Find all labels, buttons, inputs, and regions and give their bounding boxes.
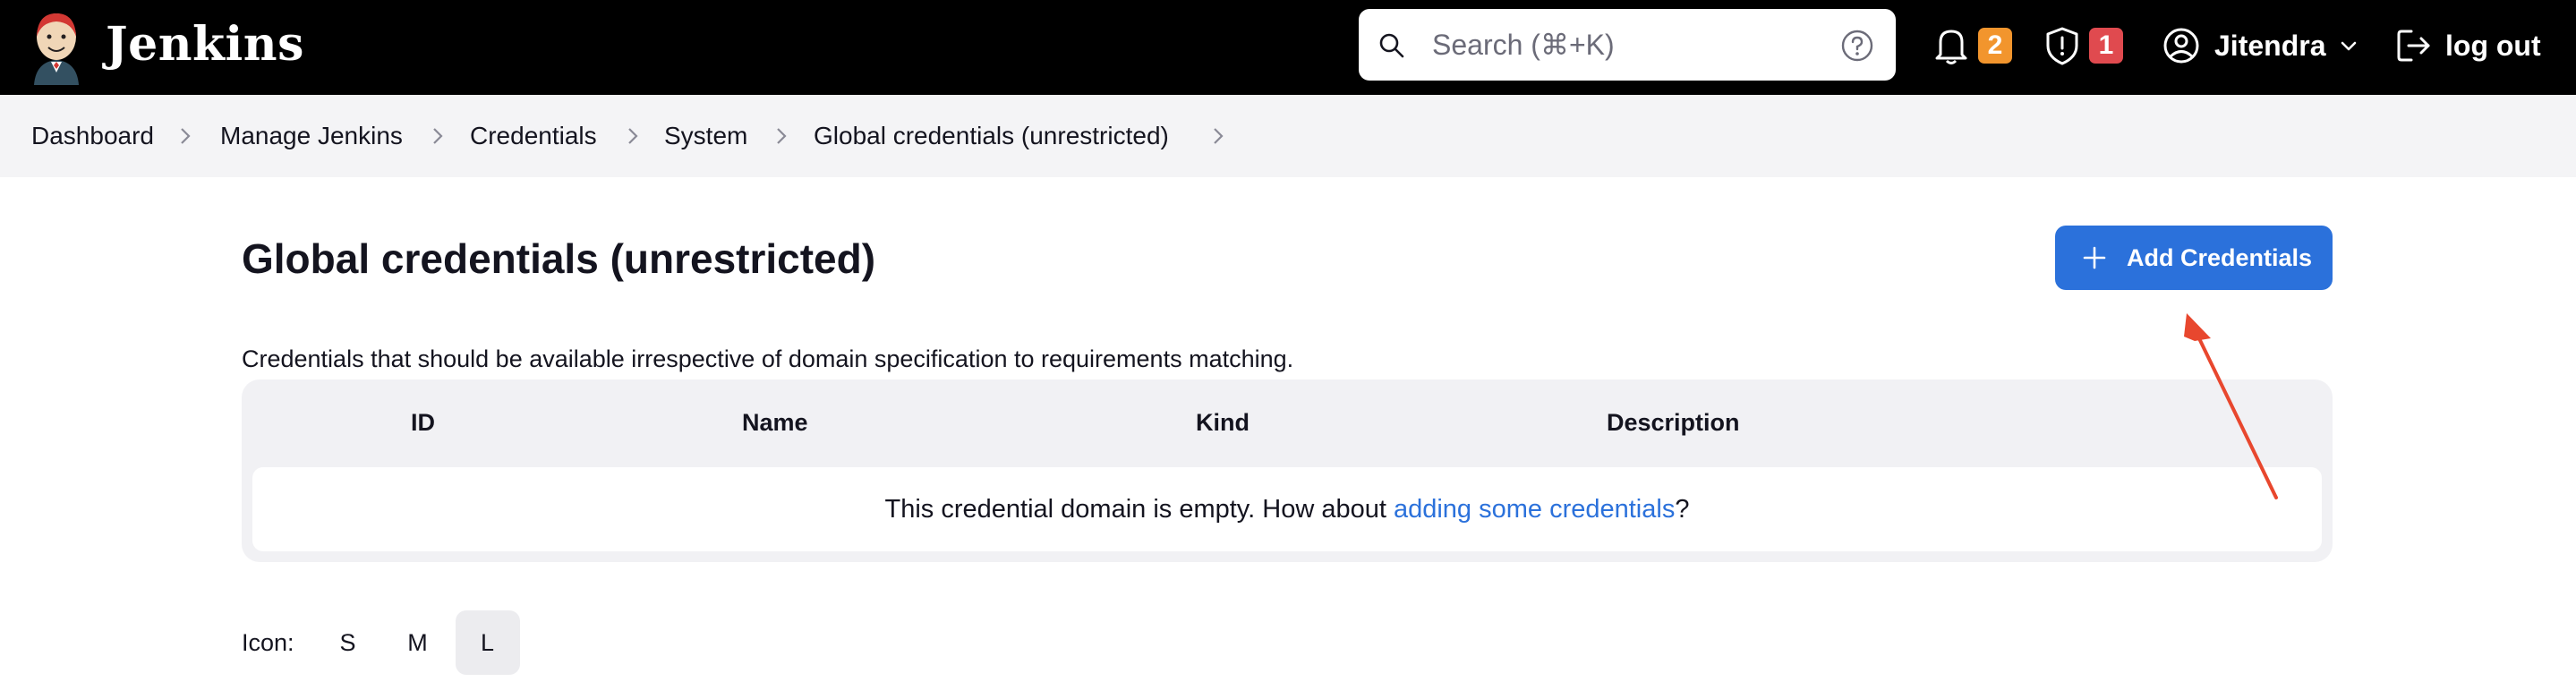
search-icon bbox=[1379, 33, 1404, 58]
notifications-button[interactable]: 2 bbox=[1933, 20, 2012, 72]
logout-icon bbox=[2397, 30, 2430, 62]
chevron-right-icon bbox=[777, 128, 787, 144]
empty-state-text: This credential domain is empty. How abo… bbox=[884, 495, 1394, 524]
breadcrumb-system[interactable]: System bbox=[664, 95, 747, 177]
column-header-description[interactable]: Description bbox=[1607, 379, 1740, 465]
top-header: Jenkins 2 1 Ji bbox=[0, 0, 2576, 95]
search-input[interactable] bbox=[1432, 9, 1826, 81]
breadcrumb-manage-jenkins[interactable]: Manage Jenkins bbox=[220, 95, 403, 177]
logout-label: log out bbox=[2445, 29, 2541, 62]
jenkins-logo-icon bbox=[34, 13, 79, 85]
logout-button[interactable]: log out bbox=[2395, 20, 2541, 72]
empty-state-row: This credential domain is empty. How abo… bbox=[252, 467, 2322, 551]
empty-state-suffix: ? bbox=[1675, 495, 1690, 524]
column-header-kind[interactable]: Kind bbox=[1196, 379, 1250, 465]
column-header-name[interactable]: Name bbox=[742, 379, 808, 465]
icon-size-selector: Icon: S M L bbox=[242, 610, 525, 675]
chevron-right-icon bbox=[433, 128, 443, 144]
icon-size-small[interactable]: S bbox=[316, 610, 380, 675]
bell-icon bbox=[1935, 30, 1967, 64]
shield-icon bbox=[2046, 27, 2078, 65]
search-box[interactable] bbox=[1359, 9, 1896, 81]
column-header-id[interactable]: ID bbox=[411, 379, 435, 465]
notifications-badge: 2 bbox=[1978, 28, 2012, 64]
chevron-down-icon[interactable] bbox=[2338, 35, 2359, 56]
help-icon[interactable] bbox=[1840, 29, 1874, 63]
plus-icon bbox=[2083, 246, 2106, 269]
security-button[interactable]: 1 bbox=[2044, 20, 2123, 72]
user-menu[interactable]: Jitendra bbox=[2162, 20, 2359, 72]
icon-size-label: Icon: bbox=[242, 628, 294, 656]
add-credentials-button[interactable]: Add Credentials bbox=[2055, 226, 2333, 290]
domain-description: Credentials that should be available irr… bbox=[242, 345, 1294, 372]
security-badge: 1 bbox=[2089, 28, 2123, 64]
breadcrumb-credentials[interactable]: Credentials bbox=[470, 95, 597, 177]
chevron-right-icon[interactable] bbox=[1208, 126, 1228, 146]
breadcrumb: Dashboard Manage Jenkins Credentials Sys… bbox=[0, 95, 2576, 177]
icon-size-large[interactable]: L bbox=[455, 610, 520, 675]
breadcrumb-dashboard[interactable]: Dashboard bbox=[31, 95, 154, 177]
chevron-right-icon bbox=[628, 128, 638, 144]
icon-size-medium[interactable]: M bbox=[386, 610, 450, 675]
page-title: Global credentials (unrestricted) bbox=[242, 235, 876, 282]
breadcrumb-global-credentials[interactable]: Global credentials (unrestricted) bbox=[814, 95, 1169, 177]
chevron-right-icon bbox=[181, 128, 191, 144]
user-circle-icon bbox=[2163, 28, 2199, 64]
add-credentials-link[interactable]: adding some credentials bbox=[1394, 495, 1675, 524]
jenkins-home-link[interactable]: Jenkins bbox=[27, 7, 303, 88]
credentials-table: ID Name Kind Description This credential… bbox=[242, 379, 2333, 562]
brand-name: Jenkins bbox=[106, 17, 304, 72]
add-credentials-label: Add Credentials bbox=[2127, 244, 2313, 271]
user-name: Jitendra bbox=[2214, 29, 2326, 62]
